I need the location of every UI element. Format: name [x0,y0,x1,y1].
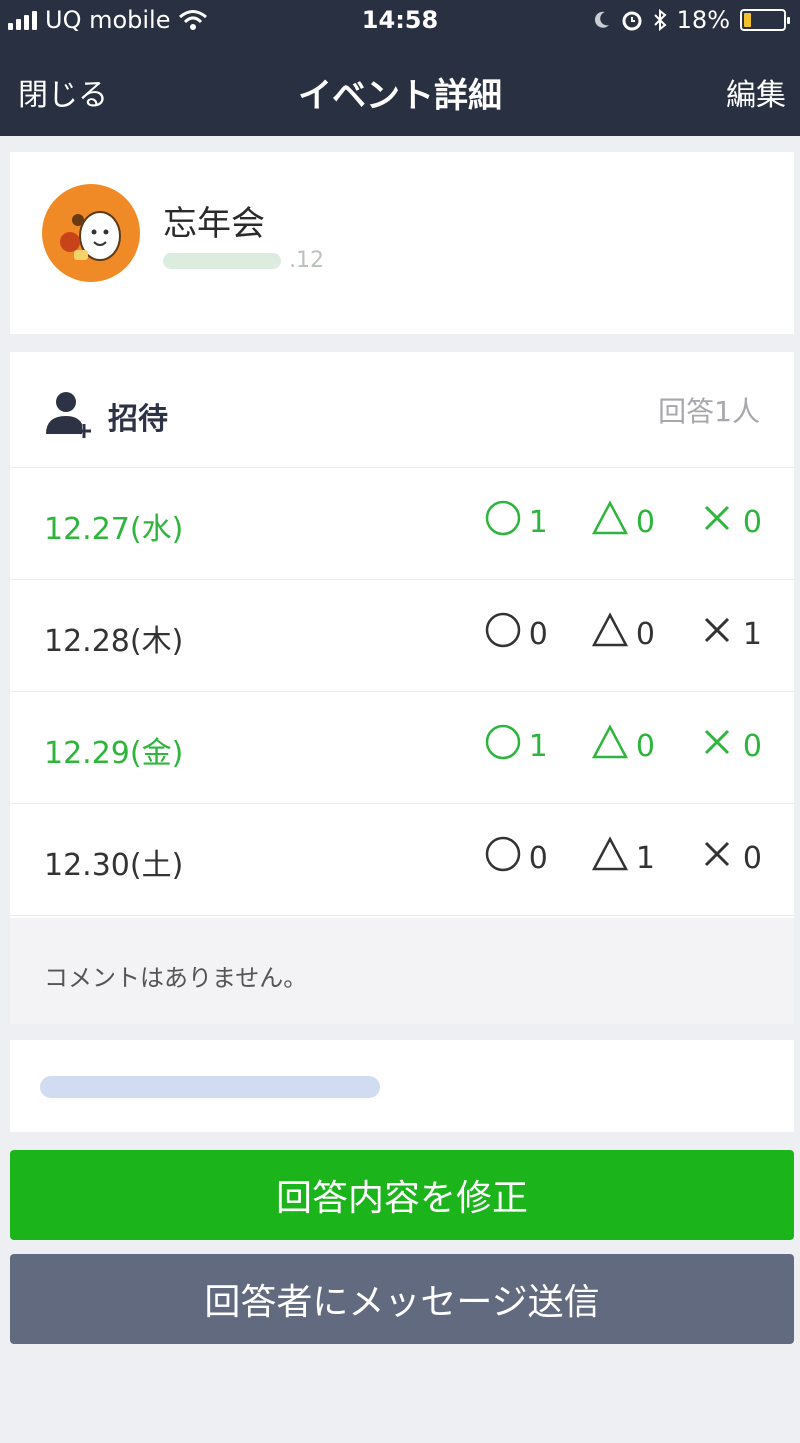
cross-icon [697,722,737,770]
ok-count-value: 1 [528,728,548,764]
ok-count: 0 [483,834,548,882]
date-row[interactable]: 12.29(金) 1 0 0 [10,692,794,804]
response-counts: 0 1 0 [483,834,762,882]
maybe-count: 1 [590,834,655,882]
cross-icon [697,610,737,658]
answer-count: 回答1人 [658,395,760,428]
event-avatar[interactable] [42,184,140,282]
ok-count: 0 [483,610,548,658]
cross-icon [697,498,737,546]
maybe-count: 0 [590,610,655,658]
alarm-icon [622,11,642,31]
no-count: 1 [697,610,762,658]
circle-icon [483,722,523,770]
date-label: 12.27(水) [44,512,184,547]
invite-header[interactable]: 招待 回答1人 [10,352,794,468]
response-counts: 1 0 0 [483,722,762,770]
event-title: 忘年会 [163,204,265,244]
no-count: 0 [697,722,762,770]
cross-icon [697,834,737,882]
triangle-icon [590,610,630,658]
no-count-value: 1 [742,616,762,652]
status-bar: UQ mobile 14:58 18% [0,0,800,42]
date-label: 12.30(土) [44,848,184,883]
ok-count: 1 [483,498,548,546]
date-label: 12.29(金) [44,736,184,771]
triangle-icon [590,834,630,882]
message-respondents-button[interactable]: 回答者にメッセージ送信 [10,1254,794,1344]
add-user-icon [46,392,91,438]
moon-icon [594,11,609,28]
date-row[interactable]: 12.27(水) 1 0 0 [10,468,794,580]
comment-area: コメントはありません。 [10,918,794,1024]
no-count: 0 [697,498,762,546]
ok-count-value: 1 [528,504,548,540]
page-title: イベント詳細 [298,76,502,116]
date-label: 12.28(木) [44,624,184,659]
character-icon [60,211,121,261]
no-count-value: 0 [742,840,762,876]
battery-percent: 18% [676,6,730,34]
bluetooth-icon [653,9,667,31]
ok-count-value: 0 [528,840,548,876]
maybe-count-value: 0 [635,728,655,764]
edit-button[interactable]: 編集 [726,70,786,114]
invite-label: 招待 [108,402,168,437]
event-card: 忘年会 .12 [10,152,794,334]
battery-fill [744,13,751,27]
no-count-value: 0 [742,504,762,540]
date-row[interactable]: 12.30(土) 0 1 0 [10,804,794,916]
triangle-icon [590,498,630,546]
comment-text: コメントはありません。 [44,964,308,992]
ok-count-value: 0 [528,616,548,652]
status-right: 18% [593,6,790,34]
date-row[interactable]: 12.28(木) 0 0 1 [10,580,794,692]
circle-icon [483,834,523,882]
ok-count: 1 [483,722,548,770]
edit-response-button[interactable]: 回答内容を修正 [10,1150,794,1240]
response-counts: 0 0 1 [483,610,762,658]
blurred-text [163,253,281,269]
nav-bar: 閉じる イベント詳細 編集 [0,42,800,136]
maybe-count-value: 1 [635,840,655,876]
maybe-count: 0 [590,722,655,770]
circle-icon [483,610,523,658]
maybe-count-value: 0 [635,504,655,540]
schedule-card: 招待 回答1人 12.27(水) 1 0 0 12.28(木) 0 0 1 12.29(金) 1 0… [10,352,794,1024]
maybe-count: 0 [590,498,655,546]
no-count: 0 [697,834,762,882]
event-link[interactable] [40,1076,380,1098]
triangle-icon [590,722,630,770]
response-counts: 1 0 0 [483,498,762,546]
event-date: .12 [163,248,324,273]
event-date-suffix: .12 [289,248,324,273]
battery-icon [740,9,790,31]
circle-icon [483,498,523,546]
link-card [10,1040,794,1132]
no-count-value: 0 [742,728,762,764]
maybe-count-value: 0 [635,616,655,652]
